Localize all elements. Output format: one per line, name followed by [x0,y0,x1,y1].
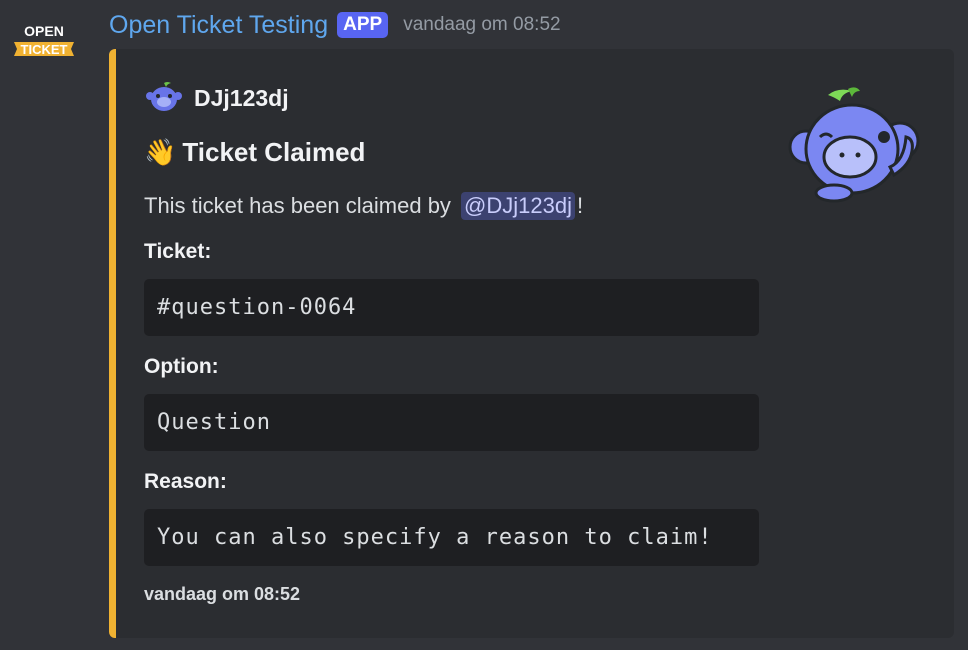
author-name[interactable]: Open Ticket Testing [109,11,328,40]
field-ticket-name: Ticket: [144,240,212,263]
description-suffix: ! [576,193,584,218]
message-header: Open Ticket Testing APP vandaag om 08:52 [109,8,561,42]
waving-hand-icon: 👋 [144,137,177,167]
field-option-name: Option: [144,355,219,378]
open-ticket-logo: OPEN TICKET [14,23,74,57]
embed-card: DJj123dj 👋 Ticket Claimed This ticket ha… [109,49,954,638]
embed-title: 👋 Ticket Claimed [144,137,365,168]
embed-description: This ticket has been claimed by @DJj123d… [144,192,583,220]
app-badge: APP [337,12,389,38]
avatar-line2: TICKET [21,42,68,57]
field-reason-value: You can also specify a reason to claim! [144,509,759,566]
avatar-line1: OPEN [24,23,64,39]
wumpus-icon [146,82,182,111]
wumpus-waving-icon [788,87,920,203]
user-mention[interactable]: @DJj123dj [461,192,575,220]
embed-title-text: Ticket Claimed [182,137,366,167]
embed-thumbnail[interactable] [788,85,928,203]
embed-author-name[interactable]: DJj123dj [194,85,289,112]
field-ticket-value: #question-0064 [144,279,759,336]
bot-avatar[interactable]: OPEN TICKET [12,18,76,68]
field-option-value: Question [144,394,759,451]
message-timestamp[interactable]: vandaag om 08:52 [403,14,560,36]
field-reason-name: Reason: [144,470,227,493]
embed-author: DJj123dj [144,81,289,115]
embed-footer: vandaag om 08:52 [144,584,301,604]
description-prefix: This ticket has been claimed by [144,193,458,218]
